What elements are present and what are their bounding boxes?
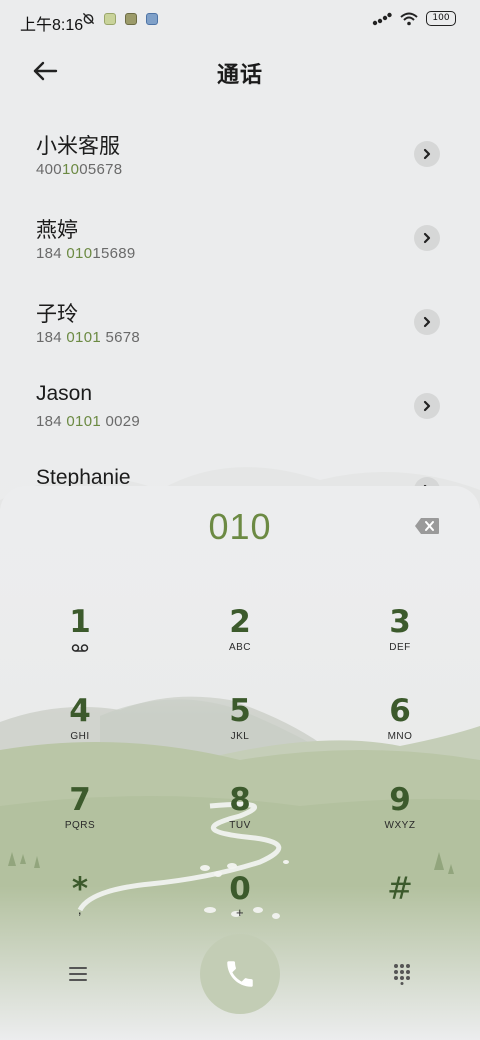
key-letters: WXYZ [384,820,416,831]
dial-key-8[interactable]: 8 TUV [180,782,300,854]
dial-key-0[interactable]: 0 + [180,871,300,943]
signal-icon [372,12,392,25]
chevron-right-icon [423,316,431,328]
chevron-right-icon [423,148,431,160]
status-notification-icons [82,12,158,25]
key-digit: 1 [69,604,91,640]
key-digit: 8 [229,782,251,818]
key-letters: PQRS [64,820,96,831]
chevron-right-icon [423,232,431,244]
dialpad-panel: 010 1 2 ABC 3 DEF 4 GHI 5 JKL 6 MNO 7 PQ… [0,486,480,1040]
notification-app-icon [125,12,137,25]
dial-key-4[interactable]: 4 GHI [20,693,140,765]
voicemail-icon [71,644,89,652]
contact-number: 4001005678 [36,161,123,178]
contact-item[interactable]: 子玲 184 0101 5678 [0,288,480,372]
backspace-button[interactable] [412,514,442,538]
dialed-number-display: 010 [208,506,272,547]
contact-name: 子玲 [36,303,78,326]
key-digit: 7 [69,782,91,818]
dialpad-icon [394,964,410,985]
contact-search-results: 小米客服 4001005678 燕婷 184 01015689 子玲 184 0… [0,120,480,486]
contact-detail-button[interactable] [414,141,440,167]
backspace-icon [415,518,439,534]
battery-indicator: 100 [426,11,456,26]
status-time: 上午8:16 [20,17,84,34]
notification-app-icon [104,12,116,25]
contact-item[interactable]: 燕婷 184 01015689 [0,204,480,288]
status-bar: 上午8:16 100 [0,0,480,40]
dial-key-3[interactable]: 3 DEF [340,604,460,676]
contact-detail-button[interactable] [414,309,440,335]
phone-icon [227,961,253,987]
contact-number: 184 01015689 [36,245,136,262]
key-letters: + [235,905,245,920]
call-button[interactable] [200,934,280,1014]
key-letters: TUV [229,820,251,831]
dial-key-5[interactable]: 5 JKL [180,693,300,765]
phone-screen: 上午8:16 100 通话 小米客服 4001005678 燕婷 184 010… [0,0,480,1040]
key-letters: JKL [230,731,250,742]
key-digit: 9 [389,782,411,818]
status-right-icons: 100 [372,11,456,26]
key-letters: , [77,901,83,917]
dialpad-toggle-button[interactable] [388,960,416,988]
alarm-off-icon [82,12,95,25]
header: 通话 [0,48,480,94]
key-digit: 5 [229,693,251,729]
contact-detail-button[interactable] [414,225,440,251]
key-digit: 0 [229,871,251,907]
contact-detail-button[interactable] [414,393,440,419]
key-digit: 2 [229,604,251,640]
key-digit: 6 [389,693,411,729]
menu-button[interactable] [64,962,92,986]
contact-name: Jason [36,382,93,405]
dial-key-2[interactable]: 2 ABC [180,604,300,676]
menu-icon [69,967,87,981]
contact-name: 小米客服 [36,135,120,158]
page-title: 通话 [216,62,263,87]
contact-item[interactable]: Stephanie [0,456,480,486]
key-letters: DEF [389,642,411,653]
dial-key-star[interactable]: * , [20,871,140,943]
key-letters: ABC [228,642,252,653]
contact-number: 184 0101 5678 [36,329,141,346]
wifi-icon [400,12,418,25]
chevron-right-icon [423,400,431,412]
contact-detail-button[interactable] [414,477,440,486]
contact-item[interactable]: 小米客服 4001005678 [0,120,480,204]
contact-item[interactable]: Jason 184 0101 0029 [0,372,480,456]
dial-key-hash[interactable]: # [340,871,460,943]
dial-key-1[interactable]: 1 [20,604,140,676]
notification-app-icon [146,12,158,25]
key-letters: MNO [387,731,413,742]
key-digit: # [387,871,413,907]
contact-name: Stephanie [36,466,131,486]
dial-key-6[interactable]: 6 MNO [340,693,460,765]
key-digit: 4 [69,693,91,729]
dial-key-9[interactable]: 9 WXYZ [340,782,460,854]
key-letters: GHI [70,731,90,742]
dial-key-7[interactable]: 7 PQRS [20,782,140,854]
key-digit: 3 [389,604,411,640]
contact-name: 燕婷 [36,219,78,242]
contact-number: 184 0101 0029 [36,413,141,430]
